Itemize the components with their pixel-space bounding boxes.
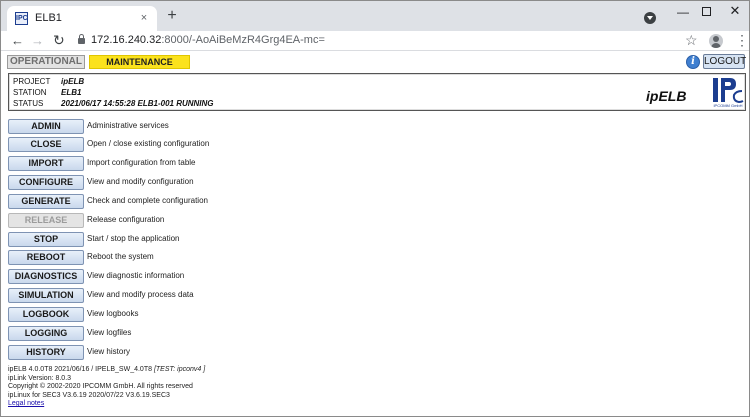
stop-button[interactable]: STOP bbox=[8, 232, 84, 247]
logging-button[interactable]: LOGGING bbox=[8, 326, 84, 341]
maintenance-mode-tab[interactable]: MAINTENANCE bbox=[89, 55, 190, 69]
admin-button[interactable]: ADMIN bbox=[8, 119, 84, 134]
tab-title: ELB1 bbox=[35, 12, 62, 24]
browser-toolbar: ← → ↻ 172.16.240.32:8000/-AoAiBeMzR4Grg4… bbox=[1, 31, 749, 51]
star-icon[interactable]: ☆ bbox=[685, 32, 698, 49]
status-label: STATUS bbox=[13, 99, 44, 108]
reboot-description: Reboot the system bbox=[87, 252, 154, 261]
legal-notes-link[interactable]: Legal notes bbox=[8, 400, 44, 407]
history-description: View history bbox=[87, 347, 130, 356]
logout-button[interactable]: LOGOUT bbox=[703, 54, 746, 69]
project-info-panel: PROJECT ipELB STATION ELB1 STATUS 2021/0… bbox=[8, 73, 746, 111]
station-value: ELB1 bbox=[61, 88, 82, 97]
url-path: :8000/-AoAiBeMzR4Grg4EA-mc= bbox=[161, 34, 325, 46]
version-line: ipELB 4.0.0T8 2021/06/16 / IPELB_SW_4.0T… bbox=[8, 366, 205, 375]
diagnostics-button[interactable]: DIAGNOSTICS bbox=[8, 269, 84, 284]
close-icon[interactable]: × bbox=[137, 11, 151, 25]
copyright: Copyright © 2002-2020 IPCOMM GmbH. All r… bbox=[8, 383, 193, 390]
address-bar[interactable]: 172.16.240.32:8000/-AoAiBeMzR4Grg4EA-mc= bbox=[91, 34, 325, 46]
release-button: RELEASE bbox=[8, 213, 84, 228]
logo-caption: IPCOMM GmbH bbox=[713, 103, 743, 108]
test-tag: [TEST: ipconv4 ] bbox=[153, 366, 206, 373]
plus-icon[interactable]: + bbox=[164, 8, 180, 24]
close-description: Open / close existing configuration bbox=[87, 139, 210, 148]
lock-icon[interactable] bbox=[78, 34, 85, 44]
close-button[interactable]: CLOSE bbox=[8, 137, 84, 152]
generate-button[interactable]: GENERATE bbox=[8, 194, 84, 209]
ipcomm-logo: IPCOMM GmbH bbox=[712, 77, 744, 109]
generate-description: Check and complete configuration bbox=[87, 196, 208, 205]
back-arrow-icon[interactable]: ← bbox=[11, 33, 24, 48]
browser-tab[interactable]: IPC ELB1 × bbox=[7, 6, 157, 31]
tab-search-icon[interactable] bbox=[644, 12, 656, 24]
logging-description: View logfiles bbox=[87, 328, 132, 337]
project-value: ipELB bbox=[61, 77, 85, 86]
simulation-description: View and modify process data bbox=[87, 290, 194, 299]
maximize-icon[interactable] bbox=[702, 7, 711, 16]
history-button[interactable]: HISTORY bbox=[8, 345, 84, 360]
stop-description: Start / stop the application bbox=[87, 234, 180, 243]
diagnostics-description: View diagnostic information bbox=[87, 271, 185, 280]
reboot-button[interactable]: REBOOT bbox=[8, 250, 84, 265]
version-text: ipELB 4.0.0T8 2021/06/16 / IPELB_SW_4.0T… bbox=[8, 366, 152, 373]
avatar-icon[interactable] bbox=[709, 34, 723, 48]
import-description: Import configuration from table bbox=[87, 158, 196, 167]
operational-mode-tab[interactable]: OPERATIONAL bbox=[7, 55, 85, 69]
iplinux-version: ipLinux for SEC3 V3.6.19 2020/07/22 V3.6… bbox=[8, 391, 170, 399]
release-description: Release configuration bbox=[87, 215, 165, 224]
station-label: STATION bbox=[13, 88, 47, 97]
ipcomm-logo-mark bbox=[713, 78, 744, 103]
simulation-button[interactable]: SIMULATION bbox=[8, 288, 84, 303]
brand-title: ipELB bbox=[646, 88, 687, 104]
logbook-button[interactable]: LOGBOOK bbox=[8, 307, 84, 322]
admin-description: Administrative services bbox=[87, 121, 169, 130]
forward-arrow-icon[interactable]: → bbox=[31, 33, 44, 48]
info-icon[interactable]: i bbox=[686, 55, 700, 69]
close-window-icon[interactable]: ✕ bbox=[728, 3, 742, 19]
status-value: 2021/06/17 14:55:28 ELB1-001 RUNNING bbox=[61, 99, 214, 108]
minimize-icon[interactable]: — bbox=[676, 5, 690, 21]
import-button[interactable]: IMPORT bbox=[8, 156, 84, 171]
browser-tab-strip: IPC ELB1 × + — ✕ bbox=[1, 1, 749, 31]
reload-icon[interactable]: ↻ bbox=[53, 32, 65, 49]
project-label: PROJECT bbox=[13, 77, 51, 86]
url-host: 172.16.240.32 bbox=[91, 34, 162, 46]
footer: ipELB 4.0.0T8 2021/06/16 / IPELB_SW_4.0T… bbox=[8, 366, 205, 409]
configure-description: View and modify configuration bbox=[87, 177, 194, 186]
configure-button[interactable]: CONFIGURE bbox=[8, 175, 84, 190]
kebab-menu-icon[interactable]: ⋮ bbox=[735, 33, 749, 47]
favicon-icon: IPC bbox=[15, 12, 28, 25]
iplink-version: ipLink Version: 8.0.3 bbox=[8, 374, 72, 382]
logbook-description: View logbooks bbox=[87, 309, 139, 318]
